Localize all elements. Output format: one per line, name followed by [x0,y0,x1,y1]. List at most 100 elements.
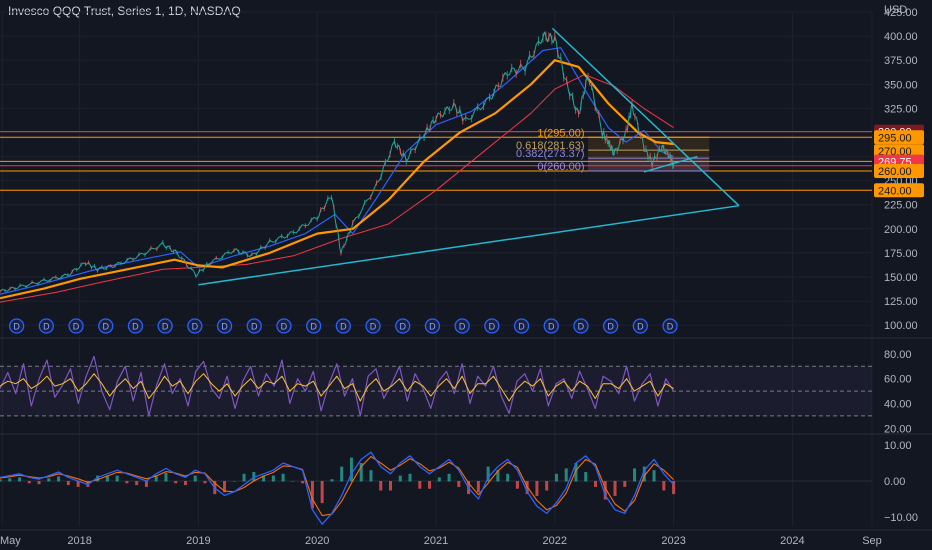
macd-histogram-bar [662,481,666,491]
dividend-label: D [548,322,555,332]
macd-histogram-bar [447,473,451,482]
macd-histogram-bar [418,481,422,489]
dividend-label: D [518,322,525,332]
macd-histogram-bar [291,481,295,482]
dividend-label: D [13,322,20,332]
macd-histogram-bar [8,478,12,482]
macd-histogram-bar [18,477,22,482]
dividend-label: D [637,322,644,332]
time-tick-label: 2020 [305,535,329,547]
macd-histogram-bar [340,466,344,482]
dividend-label: D [607,322,614,332]
trendline [551,27,740,207]
dividend-label: D [310,322,317,332]
price-tick-label: 150.00 [884,272,918,284]
rsi-tick-label: 20.00 [884,423,912,435]
macd-histogram-bar [301,481,305,484]
dividend-label: D [132,322,139,332]
macd-histogram-bar [174,481,178,484]
price-tick-label: 325.00 [884,103,918,115]
time-tick-label: 2024 [780,535,804,547]
macd-histogram-bar [37,481,41,485]
macd-histogram-bar [398,475,402,482]
price-tick-label: 225.00 [884,200,918,212]
macd-histogram-bar [506,473,510,482]
macd-histogram-bar [388,481,392,491]
chart-canvas[interactable]: 425.00400.00375.00350.00325.00300.00275.… [0,0,932,550]
macd-histogram-bar [115,475,119,482]
macd-histogram-bar [242,473,246,482]
price-tick-label: 425.00 [884,7,918,19]
time-tick-label: Sep [862,535,882,547]
time-tick-label: 2023 [661,535,685,547]
dividend-label: D [340,322,347,332]
macd-histogram-bar [515,481,519,489]
time-tick-label: 2019 [186,535,210,547]
macd-histogram-bar [554,473,558,482]
macd-histogram-bar [125,481,129,484]
macd-histogram-bar [183,481,187,486]
macd-histogram-bar [349,457,353,482]
macd-tick-label: −10.00 [884,512,918,524]
time-tick-label: 2021 [424,535,448,547]
dividend-label: D [370,322,377,332]
macd-histogram-bar [545,481,549,491]
macd-histogram-bar [57,476,61,482]
dividend-label: D [578,322,585,332]
price-tick-label: 175.00 [884,248,918,260]
price-tick-label: 125.00 [884,296,918,308]
rsi-tick-label: 60.00 [884,374,912,386]
price-tick-label: 200.00 [884,224,918,236]
macd-histogram-bar [281,473,285,482]
macd-histogram-bar [0,479,2,482]
trendline [198,204,740,286]
macd-histogram-bar [379,481,383,491]
time-tick-label: 2022 [543,535,567,547]
dividend-label: D [102,322,109,332]
macd-histogram-bar [408,473,412,482]
macd-histogram-bar [564,468,568,482]
time-tick-label: 2018 [67,535,91,547]
dividend-label: D [399,322,406,332]
price-tick-label: 375.00 [884,55,918,67]
dividend-label: D [251,322,258,332]
macd-histogram-bar [613,481,617,496]
macd-line [0,451,675,525]
macd-histogram-bar [623,481,627,487]
dividend-label: D [192,322,199,332]
price-axis-badge-label: 240.00 [878,185,912,197]
dividend-label: D [162,322,169,332]
macd-histogram-bar [144,481,148,487]
macd-histogram-bar [428,481,432,489]
fib-label: 0(260.00) [537,161,584,173]
price-axis-badge-label: 295.00 [878,132,912,144]
macd-histogram-bar [652,470,656,482]
rsi-tick-label: 40.00 [884,398,912,410]
rsi-tick-label: 80.00 [884,349,912,361]
macd-histogram-bar [193,475,197,482]
dividend-label: D [221,322,228,332]
fib-label: 0.382(273.37) [516,148,585,160]
dividend-label: D [281,322,288,332]
price-tick-label: 400.00 [884,31,918,43]
macd-tick-label: 0.00 [884,476,905,488]
macd-histogram-bar [369,470,373,482]
macd-histogram-bar [232,481,236,482]
macd-histogram-bar [594,481,598,487]
macd-histogram-bar [584,472,588,482]
dividend-label: D [459,322,466,332]
macd-histogram-bar [271,475,275,482]
macd-histogram-bar [203,481,207,484]
price-axis-badge-label: 260.00 [878,166,912,178]
dividend-label: D [43,322,50,332]
dividend-label: D [73,322,80,332]
macd-histogram-bar [633,468,637,482]
macd-histogram-bar [66,481,70,486]
macd-histogram-bar [27,481,31,484]
macd-histogram-bar [476,481,480,493]
dividend-label: D [429,322,436,332]
macd-tick-label: 10.00 [884,440,912,452]
macd-histogram-bar [320,481,324,504]
macd-histogram-bar [330,479,334,482]
time-tick-label: May [0,535,21,547]
